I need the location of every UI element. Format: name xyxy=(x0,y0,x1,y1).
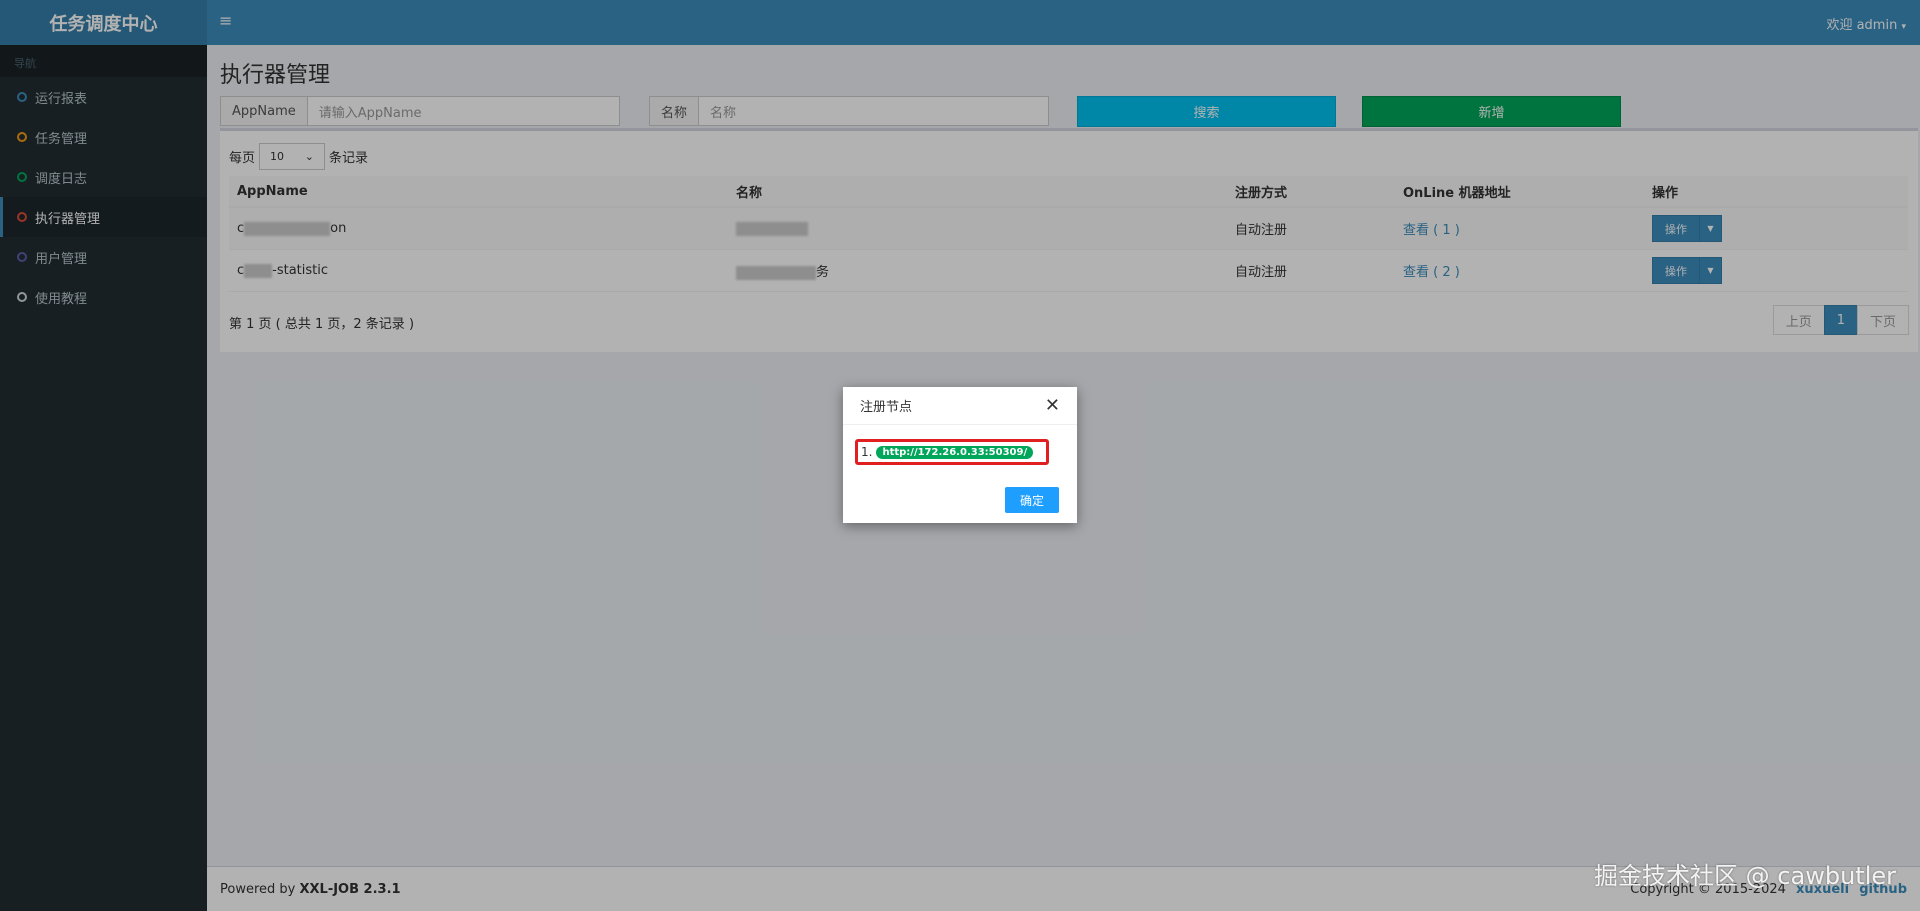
dialog-title: 注册节点 xyxy=(860,400,913,415)
node-list-item: 1. http://172.26.0.33:50309/ xyxy=(855,439,1050,465)
confirm-button[interactable]: 确定 xyxy=(1005,487,1059,513)
register-nodes-dialog: 注册节点 ✕ 1. http://172.26.0.33:50309/ 确定 xyxy=(843,387,1077,523)
dialog-body: 1. http://172.26.0.33:50309/ xyxy=(843,425,1077,479)
node-address-badge: http://172.26.0.33:50309/ xyxy=(876,445,1034,459)
node-index: 1. xyxy=(861,445,873,459)
watermark: 掘金技术社区 @ cawbutler xyxy=(1594,862,1896,890)
close-icon[interactable]: ✕ xyxy=(1045,395,1060,416)
dialog-header: 注册节点 ✕ xyxy=(843,387,1077,425)
